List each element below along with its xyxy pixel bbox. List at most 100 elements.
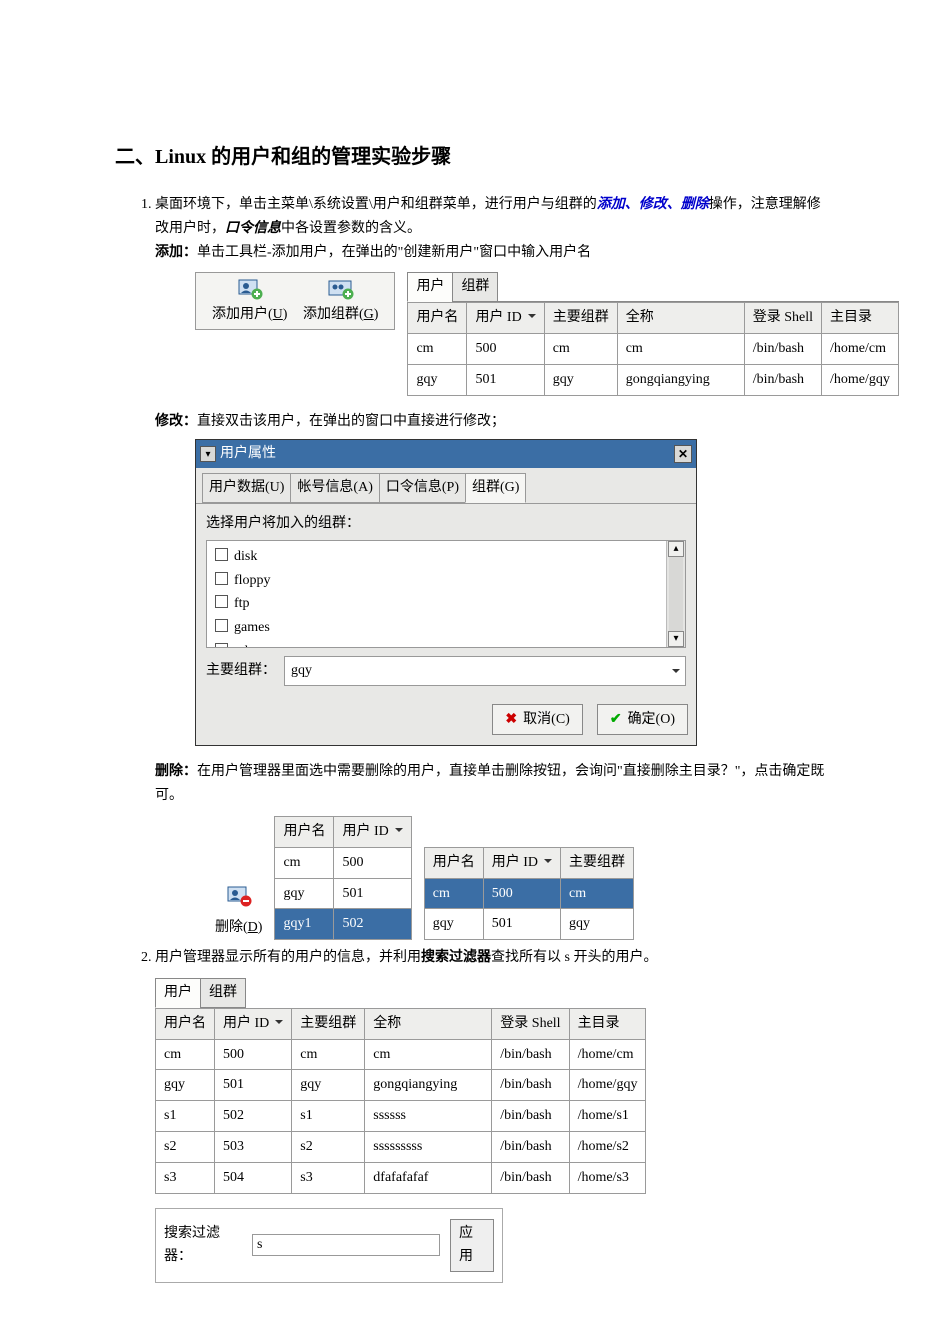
- cell: /bin/bash: [492, 1039, 569, 1070]
- table-row[interactable]: s2503s2sssssssss/bin/bash/home/s2: [156, 1131, 646, 1162]
- password-info: 口令信息: [225, 221, 281, 236]
- tab-groups[interactable]: 组群(G): [465, 473, 526, 503]
- cell: 501: [215, 1070, 292, 1101]
- main-group-label: 主要组群：: [206, 659, 276, 683]
- col-name[interactable]: 用户名: [424, 847, 483, 878]
- col-full[interactable]: 全称: [365, 1008, 492, 1039]
- table-row[interactable]: gqy501gqygongqiangying/bin/bash/home/gqy: [156, 1070, 646, 1101]
- table-row[interactable]: s3504s3dfafafafaf/bin/bash/home/s3: [156, 1162, 646, 1193]
- dialog-title: 用户属性: [220, 442, 674, 466]
- del-text: 在用户管理器里面选中需要删除的用户，直接单击删除按钮，会询问"直接删除主目录？"…: [155, 764, 824, 803]
- col-pgrp[interactable]: 主要组群: [292, 1008, 365, 1039]
- step2-text-a: 用户管理器显示所有的用户的信息，并利用: [155, 950, 421, 965]
- cell: /home/s3: [569, 1162, 646, 1193]
- list-item[interactable]: disk: [215, 545, 658, 569]
- cell: /bin/bash: [744, 364, 821, 395]
- tab-users[interactable]: 用户: [155, 978, 201, 1008]
- list-item-label: games: [234, 620, 270, 635]
- col-name[interactable]: 用户名: [408, 303, 467, 334]
- checkbox[interactable]: [215, 595, 228, 608]
- cell: cm: [617, 333, 744, 364]
- table-row[interactable]: cm500cm: [424, 878, 633, 909]
- col-shell[interactable]: 登录 Shell: [492, 1008, 569, 1039]
- checkbox[interactable]: [215, 619, 228, 632]
- add-user-label: 添加用户(: [212, 307, 273, 322]
- step1-text-d: 中各设置参数的含义。: [281, 221, 421, 236]
- add-user-button[interactable]: 添加用户(U): [212, 277, 287, 327]
- table-row[interactable]: gqy501gqy: [424, 909, 633, 940]
- col-name[interactable]: 用户名: [156, 1008, 215, 1039]
- word-add: 添加: [597, 197, 625, 212]
- add-group-button[interactable]: 添加组群(G): [303, 277, 378, 327]
- tab-password[interactable]: 口令信息(P): [379, 473, 466, 503]
- col-uid[interactable]: 用户 ID: [334, 816, 411, 847]
- table-row[interactable]: gqy501: [275, 878, 411, 909]
- cell: s1: [156, 1101, 215, 1132]
- cell: 503: [215, 1131, 292, 1162]
- cell: cm: [156, 1039, 215, 1070]
- col-pgrp[interactable]: 主要组群: [561, 847, 634, 878]
- table-row[interactable]: cm500: [275, 847, 411, 878]
- sep: 、: [625, 197, 639, 212]
- cell: gongqiangying: [617, 364, 744, 395]
- table-row[interactable]: cm500cmcm/bin/bash/home/cm: [156, 1039, 646, 1070]
- cancel-button[interactable]: ✖取消(C): [492, 704, 582, 736]
- ok-button[interactable]: ✔确定(O): [597, 704, 688, 736]
- col-full[interactable]: 全称: [617, 303, 744, 334]
- cell: dfafafafaf: [365, 1162, 492, 1193]
- tab-groups[interactable]: 组群: [452, 272, 498, 302]
- group-list: disk floppy ftp games gdm gopher ▴ ▾: [206, 540, 686, 648]
- delete-button[interactable]: 删除(D): [215, 884, 262, 941]
- dialog-menu-icon[interactable]: ▾: [200, 446, 216, 462]
- page-title: 二、Linux 的用户和组的管理实验步骤: [115, 140, 830, 169]
- col-shell[interactable]: 登录 Shell: [744, 303, 821, 334]
- list-item[interactable]: gdm: [215, 640, 658, 647]
- cell: /home/s2: [569, 1131, 646, 1162]
- list-item[interactable]: floppy: [215, 569, 658, 593]
- delete-left-table: 用户名 用户 ID cm500 gqy501 gqy1502: [274, 816, 411, 940]
- col-uid[interactable]: 用户 ID: [467, 303, 544, 334]
- col-home[interactable]: 主目录: [569, 1008, 646, 1039]
- add-toolbar: 添加用户(U) 添加组群(G): [195, 272, 395, 330]
- col-uid[interactable]: 用户 ID: [215, 1008, 292, 1039]
- table-row[interactable]: cm 500 cm cm /bin/bash /home/cm: [408, 333, 898, 364]
- col-uid[interactable]: 用户 ID: [483, 847, 560, 878]
- apply-button[interactable]: 应用: [450, 1219, 494, 1273]
- checkbox[interactable]: [215, 572, 228, 585]
- delete-user-icon: [215, 884, 262, 917]
- tab-userdata[interactable]: 用户数据(U): [202, 473, 291, 503]
- close-icon[interactable]: ✕: [674, 445, 692, 463]
- scroll-down-icon[interactable]: ▾: [668, 631, 684, 647]
- tab-users[interactable]: 用户: [407, 272, 453, 302]
- cell: 501: [467, 364, 544, 395]
- word-del: 删除: [681, 197, 709, 212]
- checkbox[interactable]: [215, 643, 228, 647]
- list-item[interactable]: ftp: [215, 592, 658, 616]
- cell: gqy1: [275, 909, 334, 940]
- main-group-select[interactable]: gqy: [284, 656, 686, 686]
- cancel-icon: ✖: [505, 708, 517, 732]
- table-row[interactable]: gqy 501 gqy gongqiangying /bin/bash /hom…: [408, 364, 898, 395]
- cell: /home/gqy: [569, 1070, 646, 1101]
- list-item-label: gdm: [234, 644, 259, 647]
- col-pgrp[interactable]: 主要组群: [544, 303, 617, 334]
- cell: /home/s1: [569, 1101, 646, 1132]
- tab-account[interactable]: 帐号信息(A): [290, 473, 379, 503]
- tab-groups[interactable]: 组群: [200, 978, 246, 1008]
- table-row[interactable]: s1502s1ssssss/bin/bash/home/s1: [156, 1101, 646, 1132]
- dialog-titlebar[interactable]: ▾ 用户属性 ✕: [196, 440, 696, 468]
- col-home[interactable]: 主目录: [822, 303, 899, 334]
- add-group-label: 添加组群(: [303, 307, 364, 322]
- scrollbar[interactable]: ▴ ▾: [666, 541, 685, 647]
- col-name[interactable]: 用户名: [275, 816, 334, 847]
- list-item[interactable]: games: [215, 616, 658, 640]
- cell: s1: [292, 1101, 365, 1132]
- add-group-u: G: [364, 307, 374, 322]
- checkbox[interactable]: [215, 548, 228, 561]
- scroll-track[interactable]: [669, 557, 683, 631]
- filter-input[interactable]: [252, 1234, 440, 1256]
- scroll-up-icon[interactable]: ▴: [668, 541, 684, 557]
- user-props-dialog: ▾ 用户属性 ✕ 用户数据(U) 帐号信息(A) 口令信息(P) 组群(G) 选…: [195, 439, 697, 746]
- ok-label: 确定(O): [628, 708, 675, 732]
- table-row[interactable]: gqy1502: [275, 909, 411, 940]
